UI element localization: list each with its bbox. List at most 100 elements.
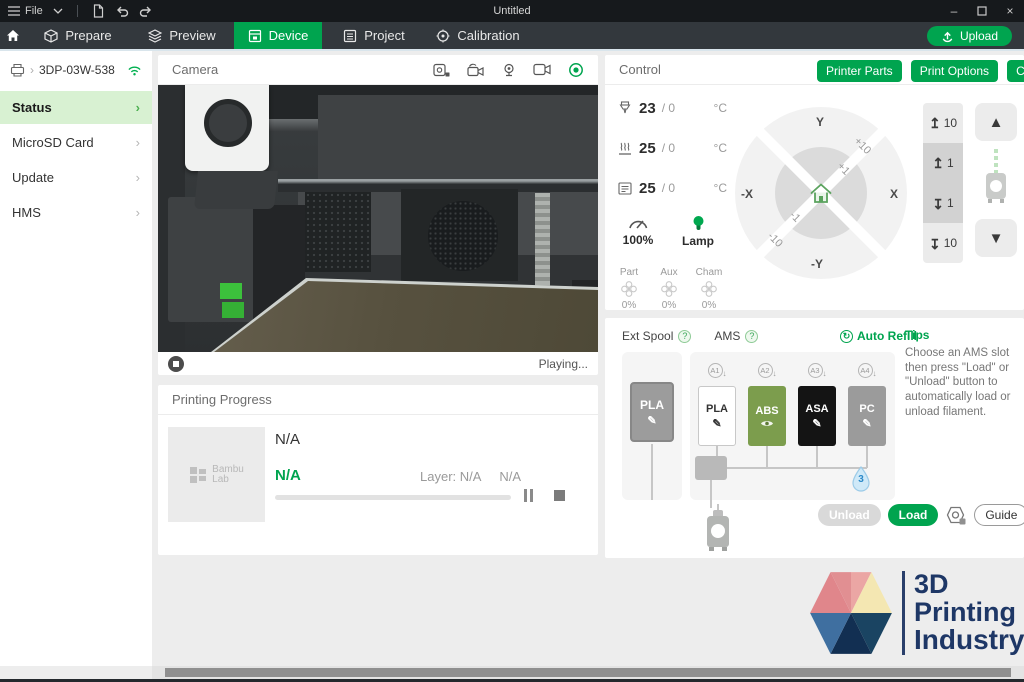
ext-spool-help-icon[interactable]: ? [678, 330, 691, 343]
tips-title: Tips [905, 328, 1023, 344]
load-button[interactable]: Load [888, 504, 939, 526]
bed-up-10-button[interactable]: ↥10 [923, 103, 963, 143]
speed-value: 100% [615, 233, 661, 247]
aux-fan-control[interactable]: Aux 0% [653, 267, 685, 311]
xy-jog-dial[interactable]: Y -Y X -X +10 +1 -1 -10 [735, 107, 907, 279]
sidebar-item-microsd[interactable]: MicroSD Card› [0, 126, 152, 159]
camera-feed-bambu-logo-mark [220, 283, 242, 299]
part-fan-control[interactable]: Part 0% [613, 267, 645, 311]
stream-stop-button[interactable] [168, 356, 184, 372]
stop-print-button[interactable] [554, 490, 565, 501]
filament-path-line [866, 446, 868, 468]
edit-pen-icon[interactable]: ✎ [812, 417, 821, 430]
upload-button[interactable]: Upload [927, 26, 1012, 46]
minimize-button[interactable]: – [940, 0, 968, 22]
heatbed-icon [617, 141, 633, 156]
ams-slot-4[interactable]: PC ✎ [848, 386, 886, 446]
ams-slot-3[interactable]: ASA ✎ [798, 386, 836, 446]
chevron-right-icon: › [136, 135, 140, 150]
close-button[interactable]: × [996, 0, 1024, 22]
speed-control[interactable]: 100% [615, 215, 661, 248]
bed-step-value: 1 [947, 196, 954, 210]
device-sidebar: › 3DP-03W-538 Status› MicroSD Card› Upda… [0, 51, 152, 666]
ams-slot-2[interactable]: ABS [748, 386, 786, 446]
filament-path-line [716, 446, 718, 456]
sidebar-item-update[interactable]: Update› [0, 161, 152, 194]
filament-path-line [766, 446, 768, 468]
nozzle-temp-unit: °C [714, 101, 727, 115]
timelapse-icon [467, 63, 485, 77]
tab-calibration[interactable]: Calibration [426, 22, 530, 49]
tabbar-highlight-line [0, 49, 1024, 51]
printer-selector[interactable]: › 3DP-03W-538 [0, 51, 152, 91]
file-dropdown-button[interactable] [53, 8, 63, 15]
home-button[interactable] [0, 22, 26, 49]
filament-path-line [816, 446, 818, 468]
file-menu[interactable]: File [8, 5, 43, 17]
edit-pen-icon[interactable]: ✎ [712, 417, 721, 430]
ams-settings-button[interactable] [945, 505, 967, 526]
upload-icon [941, 30, 954, 43]
triangle-up-icon: ▲ [989, 114, 1004, 131]
camera-active-button[interactable] [568, 62, 584, 78]
tab-project[interactable]: Project [322, 22, 426, 49]
edit-pen-icon[interactable]: ✎ [862, 417, 871, 430]
slot-id-badge: A3 [808, 363, 823, 378]
jog-y-plus-label: Y [816, 115, 824, 129]
timelapse-button[interactable] [467, 63, 485, 77]
bed-down-10-button[interactable]: ↥10 [923, 223, 963, 263]
print-options-button[interactable]: Print Options [911, 60, 998, 82]
maximize-icon [977, 6, 987, 16]
chamber-temp-row[interactable]: 25 / 0 °C [617, 173, 727, 203]
sidebar-item-hms[interactable]: HMS› [0, 196, 152, 229]
printer-name: 3DP-03W-538 [39, 63, 115, 77]
tips-body: Choose an AMS slot then press "Load" or … [905, 346, 1023, 421]
webcam-button[interactable] [502, 63, 516, 77]
project-list-icon [343, 29, 357, 43]
unload-button[interactable]: Unload [818, 504, 881, 526]
ams-help-icon[interactable]: ? [745, 330, 758, 343]
bed-up-1-button[interactable]: ↥1 [923, 143, 963, 183]
bed-down-1-button[interactable]: ↥1 [923, 183, 963, 223]
tab-prepare[interactable]: Prepare [26, 22, 130, 49]
eye-icon[interactable] [760, 419, 774, 428]
horizontal-scrollbar-track[interactable] [152, 666, 1024, 679]
sidebar-item-label: Update [12, 170, 54, 185]
sidebar-item-status[interactable]: Status› [0, 91, 152, 124]
arrow-down-icon: ↓ [723, 369, 727, 378]
undo-icon [115, 6, 129, 17]
printer-parts-button[interactable]: Printer Parts [817, 60, 902, 82]
bed-step-value: 1 [947, 156, 954, 170]
redo-button[interactable] [139, 6, 153, 17]
lamp-toggle[interactable]: Lamp [675, 215, 721, 248]
bed-temp-row[interactable]: 25 / 0 °C [617, 133, 727, 163]
guide-button[interactable]: Guide [974, 504, 1024, 526]
tab-preview-label: Preview [169, 28, 215, 43]
tab-device[interactable]: Device [234, 22, 322, 49]
maximize-button[interactable] [968, 0, 996, 22]
extrude-down-button[interactable]: ▼ [975, 219, 1017, 257]
jog-x-plus-label: X [890, 187, 898, 201]
nozzle-temp-row[interactable]: 23 / 0 °C [617, 93, 727, 123]
wifi-icon [127, 64, 142, 76]
filament-path-line [651, 444, 653, 500]
chamber-fan-control[interactable]: Cham 0% [693, 267, 725, 311]
calibration-button[interactable]: Calibration [1007, 60, 1024, 82]
tab-preview[interactable]: Preview [130, 22, 234, 49]
new-project-button[interactable] [92, 4, 105, 18]
extrude-up-button[interactable]: ▲ [975, 103, 1017, 141]
edit-pen-icon[interactable]: ✎ [647, 414, 656, 427]
undo-button[interactable] [115, 6, 129, 17]
recording-toggle-button[interactable] [433, 63, 450, 77]
pause-print-button[interactable] [524, 489, 538, 503]
chevron-right-icon: › [136, 205, 140, 220]
home-axes-button[interactable] [796, 168, 846, 218]
extruder-icon [981, 147, 1011, 213]
video-toggle-button[interactable] [533, 63, 551, 76]
aux-fan-value: 0% [653, 300, 685, 311]
slot-id-badge: A4 [858, 363, 873, 378]
ams-slot-1[interactable]: PLA ✎ [698, 386, 736, 446]
horizontal-scrollbar-thumb[interactable] [165, 668, 1011, 677]
humidity-indicator[interactable]: 3 [850, 466, 872, 492]
ext-spool-slot[interactable]: PLA ✎ [630, 382, 674, 442]
